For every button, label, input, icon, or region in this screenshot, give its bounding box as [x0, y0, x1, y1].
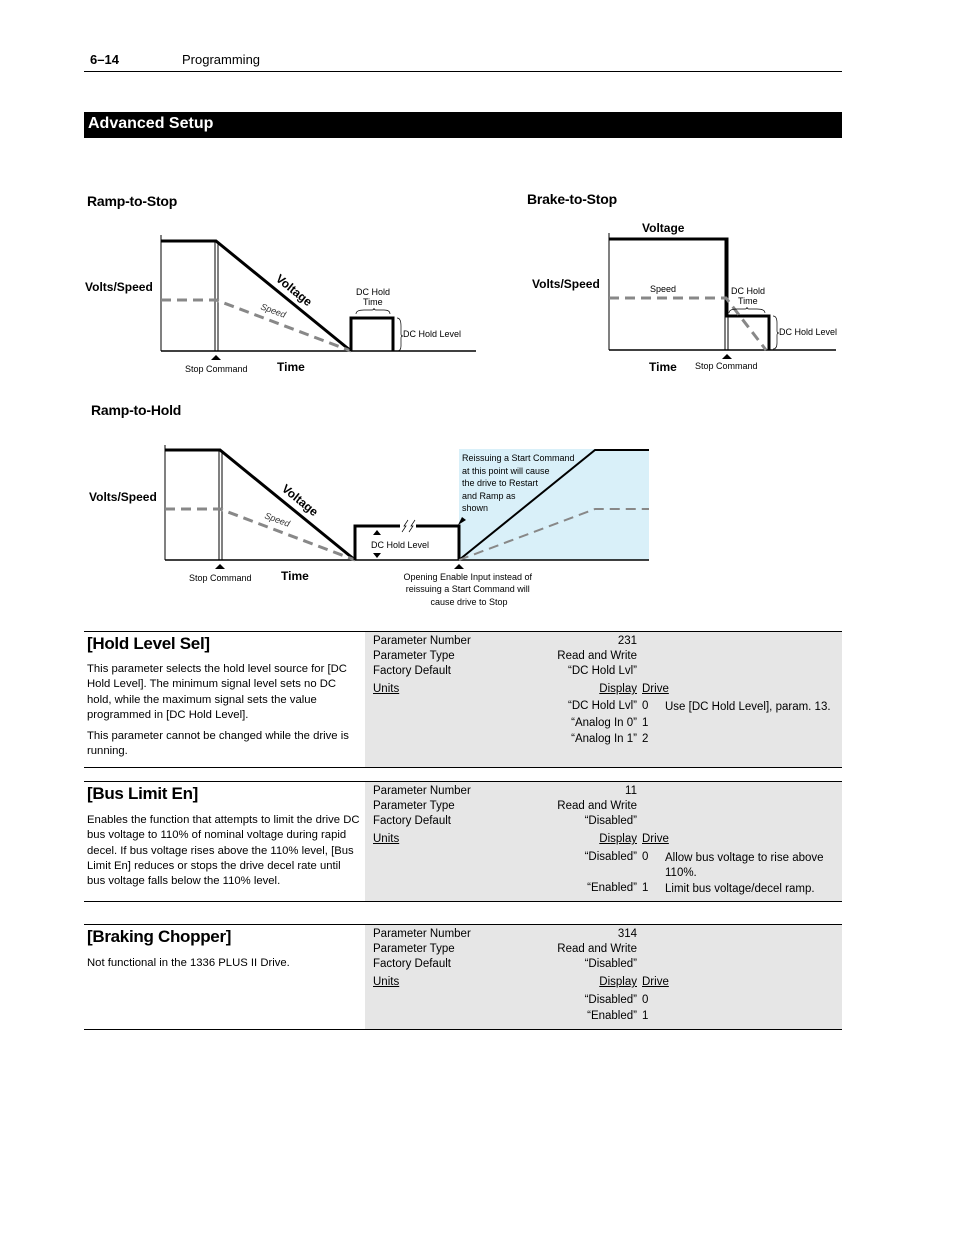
y-axis-label: Volts/Speed: [532, 277, 600, 291]
voltage-line: [161, 239, 352, 353]
ramp-to-stop-title: Ramp-to-Stop: [87, 193, 178, 209]
parameter-bus-limit-en: [Bus Limit En] Enables the function that…: [84, 781, 842, 902]
option-display: “Enabled”: [587, 1010, 637, 1022]
parameter-type-value: Read and Write: [557, 800, 637, 812]
parameter-braking-chopper: [Braking Chopper] Not functional in the …: [84, 924, 842, 1030]
section-title-bar: Advanced Setup: [84, 112, 842, 138]
parameter-name: [Bus Limit En]: [87, 784, 199, 803]
units-label: Units: [373, 976, 400, 988]
option-description: Allow bus voltage to rise above 110%.: [665, 852, 824, 879]
display-header: Display: [599, 833, 637, 845]
parameter-type-value: Read and Write: [557, 650, 637, 662]
enable-input-arrow-icon: [454, 564, 464, 569]
stop-command-label: Stop Command: [695, 361, 758, 371]
option-drive: 2: [642, 733, 649, 745]
option-display: “Analog In 0”: [571, 717, 637, 729]
voltage-label: Voltage: [642, 221, 685, 235]
dc-hold-time-label: DC Hold: [356, 287, 390, 297]
drive-header: Drive: [642, 683, 669, 695]
dc-hold-level-label: DC Hold Level: [779, 327, 837, 337]
stop-command-arrow-icon: [211, 355, 221, 360]
parameter-type-label: Parameter Type: [373, 800, 455, 812]
option-description: Limit bus voltage/decel ramp.: [665, 883, 815, 895]
option-drive: 1: [642, 1010, 649, 1022]
dc-hold-time-brace: [355, 307, 391, 315]
page-number: 6–14: [90, 52, 119, 67]
stop-command-arrow-icon: [215, 564, 225, 569]
parameter-name: [Braking Chopper]: [87, 927, 232, 946]
units-label: Units: [373, 833, 400, 845]
header-rule: [84, 71, 842, 72]
level-arrow-up-icon: [373, 530, 381, 535]
option-drive: 0: [642, 700, 649, 712]
stop-command-label: Stop Command: [189, 573, 252, 583]
parameter-hold-level-sel: [Hold Level Sel] This parameter selects …: [84, 631, 842, 768]
option-display: “Disabled”: [584, 851, 637, 863]
parameter-type-value: Read and Write: [557, 943, 637, 955]
ramp-to-stop-diagram: Volts/Speed Voltage Speed DC Hold Time D…: [85, 235, 476, 374]
factory-default-label: Factory Default: [373, 958, 451, 970]
ramp-to-hold-diagram: Volts/Speed DC Hold Level Voltage Speed …: [89, 445, 649, 607]
parameter-number-label: Parameter Number: [373, 785, 471, 797]
parameter-number-label: Parameter Number: [373, 928, 471, 940]
dc-hold-box: [349, 316, 395, 351]
drive-header: Drive: [642, 833, 669, 845]
parameter-number-label: Parameter Number: [373, 635, 471, 647]
parameter-number-value: 11: [625, 785, 637, 797]
factory-default-value: “Disabled”: [584, 958, 637, 970]
x-axis-label: Time: [277, 360, 305, 374]
option-drive: 1: [642, 882, 649, 894]
factory-default-label: Factory Default: [373, 815, 451, 827]
parameter-name: [Hold Level Sel]: [87, 634, 210, 653]
factory-default-value: “DC Hold Lvl”: [567, 665, 637, 677]
brake-to-stop-diagram: Voltage Volts/Speed Speed DC Hold Time D…: [532, 221, 837, 374]
option-display: “Analog In 1”: [571, 733, 637, 745]
speed-line: [161, 298, 352, 353]
display-header: Display: [599, 976, 637, 988]
ramp-to-hold-title: Ramp-to-Hold: [91, 402, 182, 418]
drive-header: Drive: [642, 976, 669, 988]
stop-command-arrow-icon: [722, 354, 732, 359]
dc-hold-time-label: Time: [738, 296, 758, 306]
parameter-type-label: Parameter Type: [373, 650, 455, 662]
speed-label: Speed: [650, 284, 676, 294]
parameter-number-value: 314: [617, 928, 637, 940]
parameter-description: Enables the function that attempts to li…: [87, 814, 360, 888]
option-drive: 1: [642, 717, 649, 729]
option-drive: 0: [642, 851, 649, 863]
y-axis-label: Volts/Speed: [89, 490, 157, 504]
option-display: “Disabled”: [584, 994, 637, 1006]
option-display: “DC Hold Lvl”: [567, 700, 637, 712]
dc-hold-time-label: DC Hold: [731, 286, 765, 296]
parameter-number-value: 231: [617, 635, 637, 647]
x-axis-label: Time: [649, 360, 677, 374]
voltage-line: [165, 448, 356, 562]
x-axis-label: Time: [281, 569, 309, 583]
level-arrow-down-icon: [373, 553, 381, 558]
stop-command-label: Stop Command: [185, 364, 248, 374]
dc-hold-level-label: DC Hold Level: [371, 540, 429, 550]
brake-to-stop-title: Brake-to-Stop: [527, 191, 617, 207]
section-title: Advanced Setup: [88, 115, 214, 132]
factory-default-value: “Disabled”: [584, 815, 637, 827]
stop-note: Opening Enable Input instead of reissuin…: [403, 572, 534, 607]
units-label: Units: [373, 683, 400, 695]
option-display: “Enabled”: [587, 882, 637, 894]
parameter-description: This parameter selects the hold level so…: [87, 663, 349, 758]
chapter-title: Programming: [182, 52, 261, 67]
factory-default-label: Factory Default: [373, 665, 451, 677]
time-break-icon: [401, 519, 416, 533]
dc-hold-level-label: DC Hold Level: [403, 329, 461, 339]
option-drive: 0: [642, 994, 649, 1006]
y-axis-label: Volts/Speed: [85, 280, 153, 294]
speed-line: [165, 507, 356, 562]
option-description: Use [DC Hold Level], param. 13.: [665, 701, 831, 713]
display-header: Display: [599, 683, 637, 695]
parameter-type-label: Parameter Type: [373, 943, 455, 955]
dc-hold-time-label: Time: [363, 297, 383, 307]
parameter-description: Not functional in the 1336 PLUS II Drive…: [87, 957, 290, 969]
